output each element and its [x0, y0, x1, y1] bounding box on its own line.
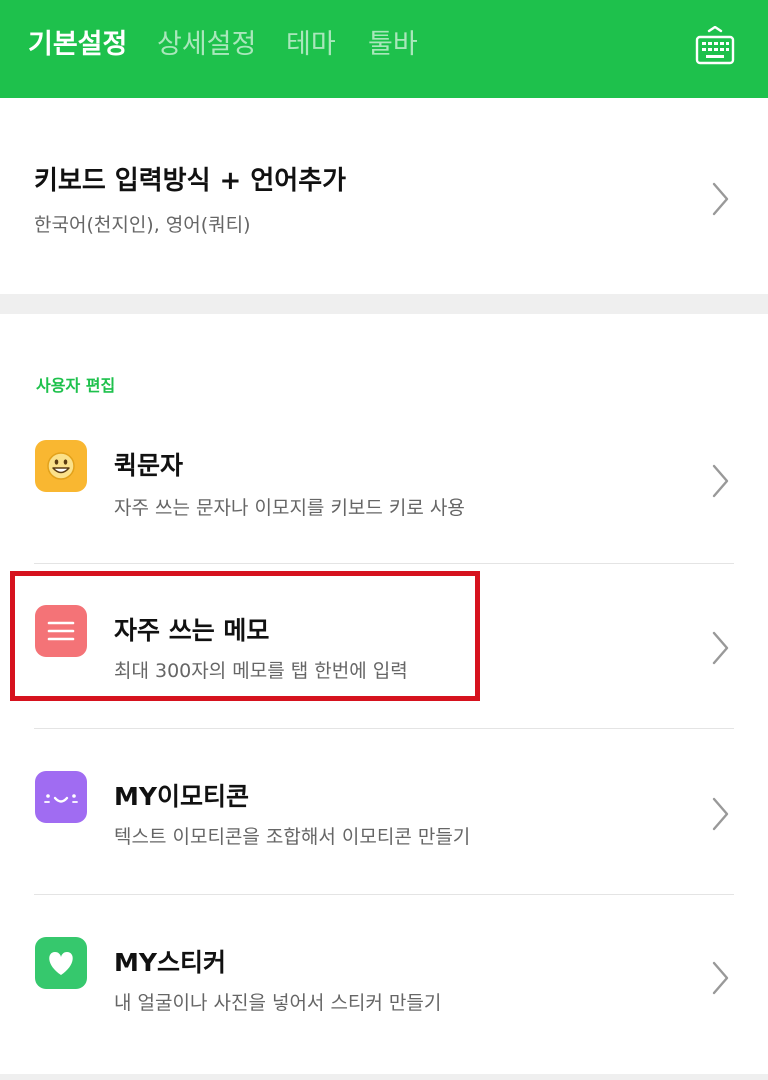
list-item-my-sticker[interactable]: MY스티커 내 얼굴이나 사진을 넣어서 스티커 만들기 [0, 895, 768, 1061]
smiley-emoji-icon [35, 440, 87, 492]
keyboard-input-subtitle: 한국어(천지인), 영어(쿼티) [34, 214, 251, 236]
frequent-memo-subtitle: 최대 300자의 메모를 탭 한번에 입력 [114, 660, 408, 682]
chevron-right-icon [712, 182, 729, 216]
tab-theme[interactable]: 테마 [286, 28, 336, 62]
bottom-divider [0, 1074, 768, 1080]
my-sticker-subtitle: 내 얼굴이나 사진을 넣어서 스티커 만들기 [114, 992, 442, 1014]
my-sticker-title: MY스티커 [114, 948, 226, 977]
memo-lines-icon [35, 605, 87, 657]
section-title-user-edit: 사용자 편집 [36, 376, 116, 395]
heart-icon [35, 937, 87, 989]
list-item-my-emoticon[interactable]: MY이모티콘 텍스트 이모티콘을 조합해서 이모티콘 만들기 [0, 729, 768, 895]
quick-text-title: 퀵문자 [114, 451, 184, 480]
quick-text-subtitle: 자주 쓰는 문자나 이모지를 키보드 키로 사용 [114, 497, 465, 519]
tab-basic-settings[interactable]: 기본설정 [28, 28, 127, 62]
frequent-memo-title: 자주 쓰는 메모 [114, 616, 270, 645]
keyboard-input-title: 키보드 입력방식 + 언어추가 [34, 166, 347, 196]
tab-toolbar[interactable]: 툴바 [368, 28, 418, 62]
tab-detail-settings[interactable]: 상세설정 [157, 28, 256, 62]
section-divider [0, 294, 768, 314]
chevron-right-icon [712, 464, 729, 498]
keyboard-icon[interactable] [694, 25, 736, 66]
my-emoticon-subtitle: 텍스트 이모티콘을 조합해서 이모티콘 만들기 [114, 826, 471, 848]
emoticon-face-icon [35, 771, 87, 823]
top-tab-bar: 기본설정 상세설정 테마 툴바 [0, 0, 768, 98]
chevron-right-icon [712, 961, 729, 995]
list-item-quick-text[interactable]: 퀵문자 자주 쓰는 문자나 이모지를 키보드 키로 사용 [0, 398, 768, 564]
keyboard-input-method-row[interactable]: 키보드 입력방식 + 언어추가 한국어(천지인), 영어(쿼티) [0, 98, 768, 294]
chevron-right-icon [712, 797, 729, 831]
chevron-right-icon [712, 631, 729, 665]
list-item-frequent-memo[interactable]: 자주 쓰는 메모 최대 300자의 메모를 탭 한번에 입력 [0, 563, 768, 729]
my-emoticon-title: MY이모티콘 [114, 782, 249, 811]
